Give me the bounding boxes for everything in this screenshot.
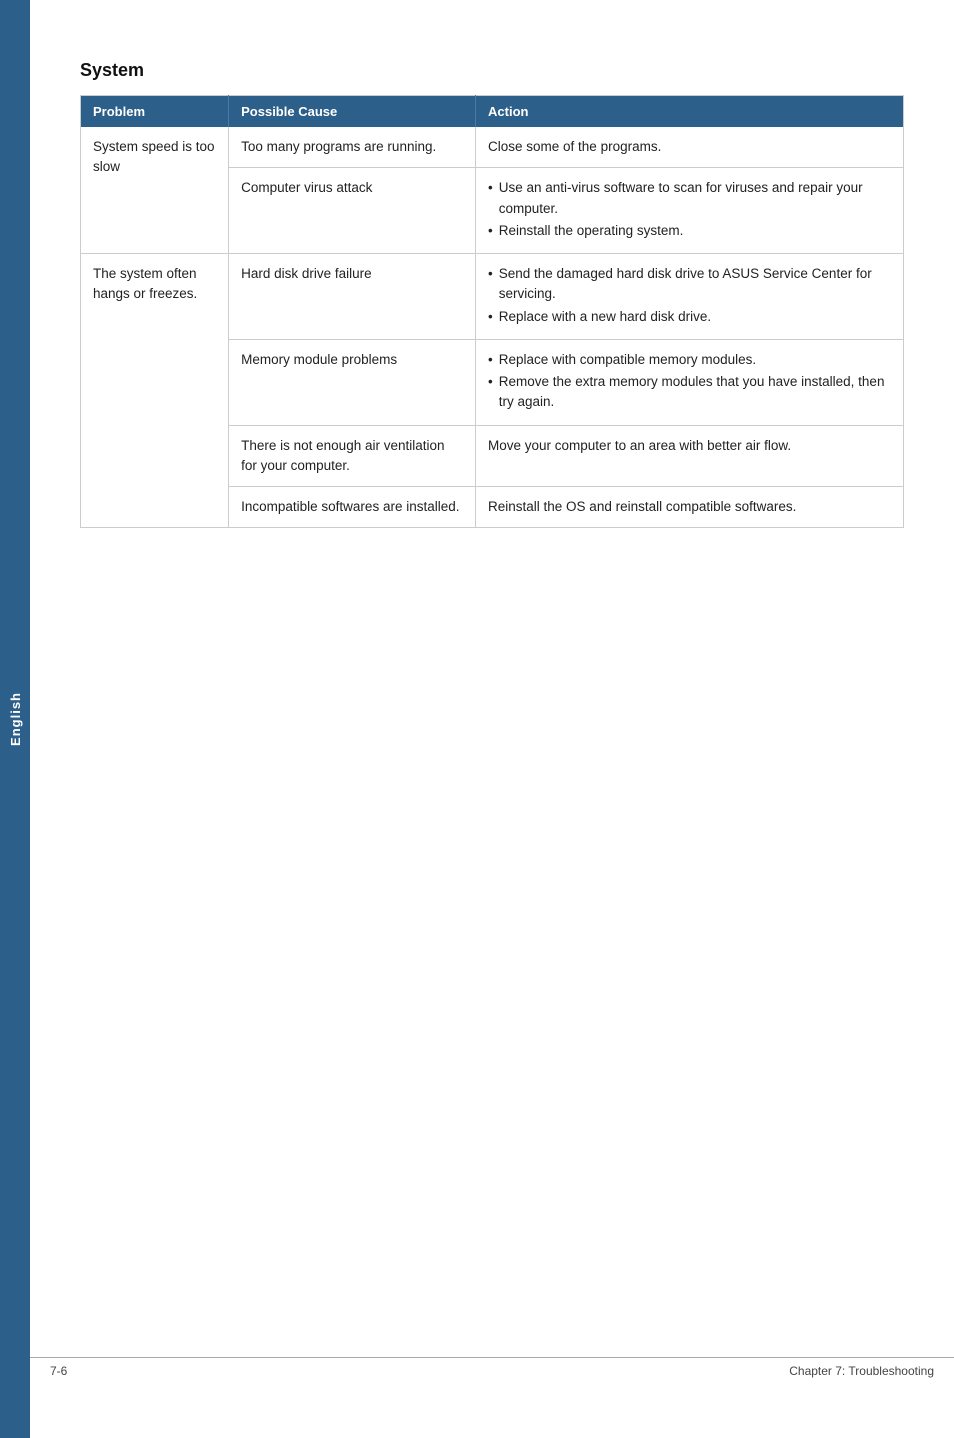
cause-cell-4: Memory module problems (229, 339, 476, 425)
table-header-row: Problem Possible Cause Action (81, 96, 904, 128)
header-action: Action (476, 96, 904, 128)
action-cell-3: Send the damaged hard disk drive to ASUS… (476, 254, 904, 340)
action-bullet: Reinstall the operating system. (488, 221, 891, 241)
action-cell-2: Use an anti-virus software to scan for v… (476, 168, 904, 254)
action-bullet: Remove the extra memory modules that you… (488, 372, 891, 413)
cause-cell-6: Incompatible softwares are installed. (229, 487, 476, 528)
table-row: System speed is too slow Too many progra… (81, 127, 904, 168)
footer-left: 7-6 (50, 1364, 67, 1378)
sidebar-label: English (8, 692, 23, 746)
action-bullet: Send the damaged hard disk drive to ASUS… (488, 264, 891, 305)
header-cause: Possible Cause (229, 96, 476, 128)
action-cell-5: Move your computer to an area with bette… (476, 425, 904, 487)
problem-cell-1: System speed is too slow (81, 127, 229, 254)
action-cell-6: Reinstall the OS and reinstall compatibl… (476, 487, 904, 528)
action-cell-1: Close some of the programs. (476, 127, 904, 168)
table-row: The system often hangs or freezes. Hard … (81, 254, 904, 340)
action-bullet: Use an anti-virus software to scan for v… (488, 178, 891, 219)
section-title: System (80, 60, 904, 81)
footer-right: Chapter 7: Troubleshooting (789, 1364, 934, 1378)
cause-cell-1: Too many programs are running. (229, 127, 476, 168)
header-problem: Problem (81, 96, 229, 128)
troubleshoot-table: Problem Possible Cause Action System spe… (80, 95, 904, 528)
action-cell-4: Replace with compatible memory modules. … (476, 339, 904, 425)
action-bullet: Replace with compatible memory modules. (488, 350, 891, 370)
problem-cell-2: The system often hangs or freezes. (81, 254, 229, 528)
action-bullet: Replace with a new hard disk drive. (488, 307, 891, 327)
main-content: System Problem Possible Cause Action Sys… (30, 0, 954, 608)
sidebar: English (0, 0, 30, 1438)
footer: 7-6 Chapter 7: Troubleshooting (30, 1357, 954, 1378)
cause-cell-3: Hard disk drive failure (229, 254, 476, 340)
cause-cell-5: There is not enough air ventilation for … (229, 425, 476, 487)
cause-cell-2: Computer virus attack (229, 168, 476, 254)
